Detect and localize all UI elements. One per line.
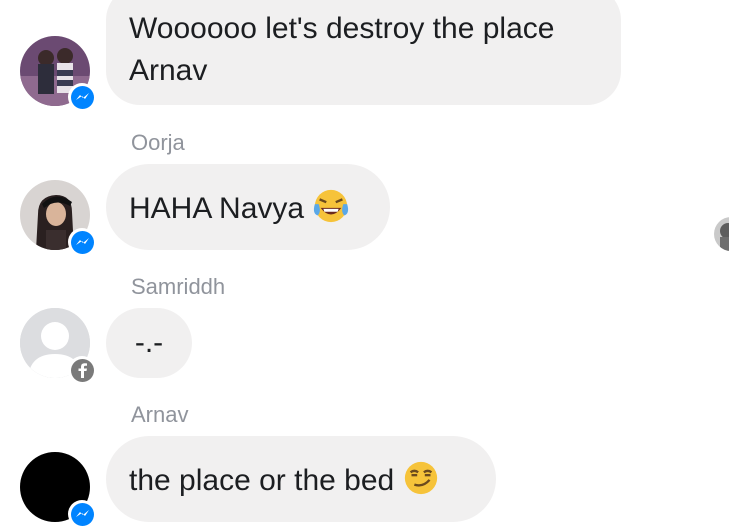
sender-name: Arnav (131, 402, 189, 427)
message-bubble[interactable]: Woooooo let's destroy the place Arnav (106, 0, 621, 105)
facebook-icon (70, 358, 94, 382)
message-bubble[interactable]: the place or the bed (106, 436, 496, 522)
messenger-icon (70, 502, 94, 526)
messenger-badge (68, 228, 96, 256)
message-bubble[interactable]: -.- (106, 308, 192, 378)
sender-name: Samriddh (131, 274, 226, 299)
messenger-icon (70, 85, 94, 109)
message-text: the place or the bed (129, 464, 395, 497)
messenger-icon (70, 230, 94, 254)
message-text-line2: Arnav (129, 54, 208, 87)
face-with-tears-of-joy-emoji (313, 189, 349, 223)
message-bubble[interactable]: HAHA Navya (106, 164, 390, 250)
smirking-face-emoji (405, 461, 438, 495)
sender-name: Oorja (131, 130, 185, 155)
message-text-line1: Woooooo let's destroy the place (129, 12, 555, 45)
facebook-badge (68, 356, 96, 384)
read-receipt-avatar (714, 217, 729, 251)
message-text: -.- (134, 326, 164, 359)
message-text: HAHA Navya (129, 192, 305, 225)
messenger-badge (68, 500, 96, 528)
messenger-badge (68, 83, 96, 111)
